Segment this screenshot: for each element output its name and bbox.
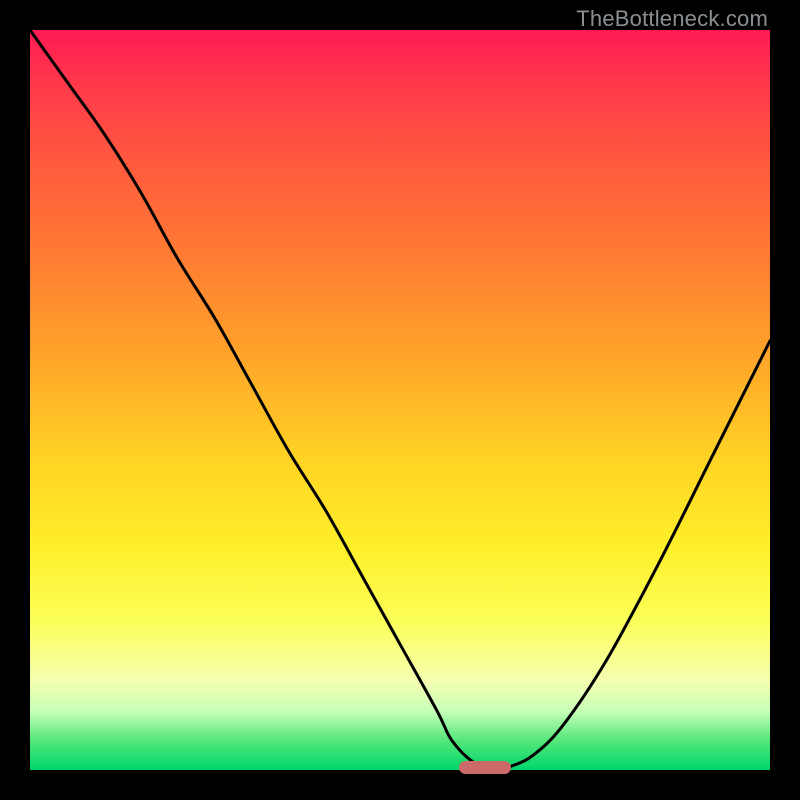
chart-frame: TheBottleneck.com (0, 0, 800, 800)
bottleneck-curve (30, 30, 770, 770)
plot-area (30, 30, 770, 770)
optimal-range-marker (459, 761, 511, 774)
watermark-text: TheBottleneck.com (576, 6, 768, 32)
